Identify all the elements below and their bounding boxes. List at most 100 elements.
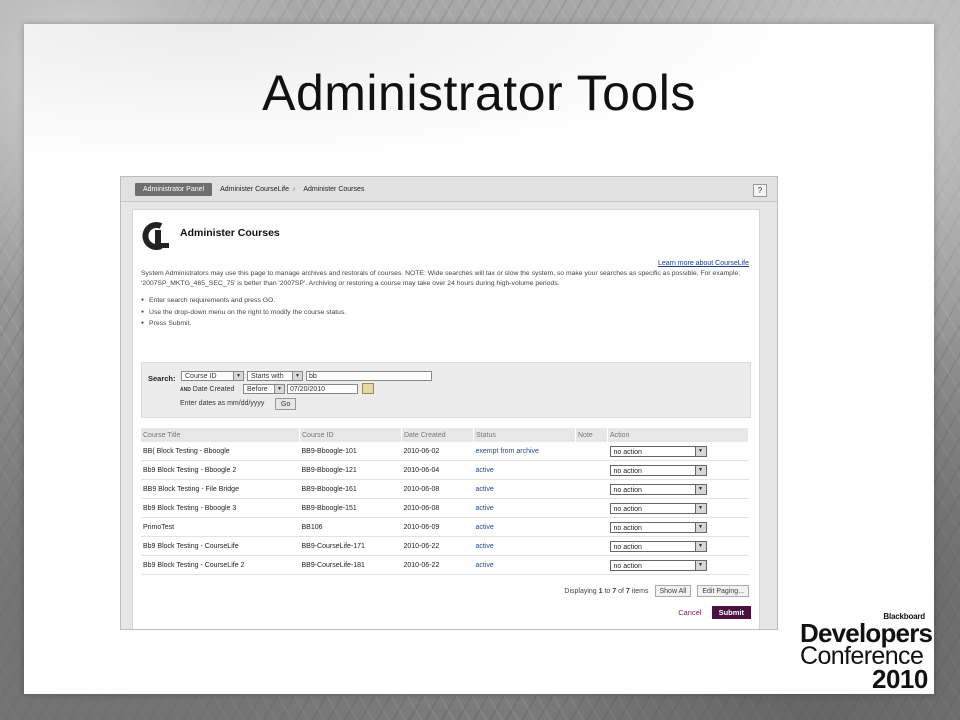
note-cell: [575, 536, 608, 556]
instruction-item: Press Submit.: [141, 318, 346, 330]
date-input[interactable]: 07/20/2010: [287, 384, 358, 394]
date-created-label: AND Date Created: [180, 386, 235, 393]
breadcrumb-administer-courselife[interactable]: Administer CourseLife: [220, 186, 289, 193]
dropdown-arrow-icon: ▼: [292, 372, 302, 380]
instruction-item: Use the drop-down menu on the right to m…: [141, 307, 346, 319]
note-cell: [575, 460, 608, 480]
help-button[interactable]: ?: [753, 184, 767, 197]
show-all-button[interactable]: Show All: [654, 585, 692, 597]
cancel-button[interactable]: Cancel: [678, 608, 701, 617]
course-id-cell: BB106: [299, 517, 402, 537]
dropdown-arrow-icon: ▼: [694, 503, 706, 513]
date-created-cell: 2010-06-08: [401, 479, 474, 499]
go-button[interactable]: Go: [275, 398, 297, 410]
action-cell: no action ▼: [607, 517, 749, 537]
page-description: System Administrators may use this page …: [141, 270, 741, 287]
course-id-cell: BB9-Bboogle-151: [299, 498, 402, 518]
action-select[interactable]: no action ▼: [609, 445, 707, 457]
dropdown-arrow-icon: ▼: [694, 446, 706, 456]
dropdown-arrow-icon: ▼: [694, 484, 706, 494]
submit-button[interactable]: Submit: [711, 606, 751, 619]
course-title-cell: Bb9 Block Testing - Bboogle 2: [141, 460, 300, 480]
course-id-cell: BB9-Bboogle-101: [299, 442, 402, 461]
column-header[interactable]: Course Title: [141, 428, 300, 442]
action-select[interactable]: no action ▼: [609, 521, 707, 533]
instruction-item: Enter search requirements and press GO.: [141, 295, 346, 307]
date-created-cell: 2010-06-04: [401, 460, 474, 480]
search-field-select[interactable]: Course ID ▼: [181, 371, 244, 381]
breadcrumb-separator-icon: ›: [292, 185, 296, 193]
paging-status: Displaying 1 to 7 of 7 items: [564, 587, 649, 595]
table-header-row: Course Title Course ID Date Created Stat…: [141, 428, 749, 442]
search-label: Search:: [148, 374, 176, 383]
date-created-cell: 2010-06-09: [401, 517, 474, 537]
course-title-cell: Bb9 Block Testing - CourseLife: [141, 536, 300, 556]
course-title-cell: Bb9 Block Testing - CourseLife 2: [141, 555, 300, 575]
table-row: BB9 Block Testing - File Bridge BB9-Bboog…: [141, 479, 749, 499]
note-cell: [575, 498, 608, 518]
form-actions: Cancel Submit: [678, 606, 751, 619]
search-operator-select[interactable]: Starts with ▼: [247, 371, 303, 381]
course-id-cell: BB9-Bboogle-161: [299, 479, 402, 499]
status-cell: active: [473, 555, 576, 575]
date-operator-select[interactable]: Before ▼: [243, 384, 285, 394]
screenshot-panel: Administrator Panel Administer CourseLif…: [120, 176, 778, 630]
slide-title: Administrator Tools: [262, 65, 696, 121]
action-select[interactable]: no action ▼: [609, 483, 707, 495]
course-title-cell: BB( Block Testing - Bboogle: [141, 442, 300, 461]
date-created-cell: 2010-06-08: [401, 498, 474, 518]
action-cell: no action ▼: [607, 442, 749, 461]
course-title-cell: BB9 Block Testing - File Bridge: [141, 479, 300, 499]
column-header: Note: [575, 428, 608, 442]
table-row: PrimoTest BB106 2010-06-09 active no action ▼: [141, 517, 749, 537]
action-cell: no action ▼: [607, 555, 749, 575]
learn-more-link[interactable]: Learn more about CourseLife: [658, 260, 749, 267]
date-format-hint: Enter dates as mm/dd/yyyy: [180, 400, 265, 407]
courses-table: Course Title Course ID Date Created Stat…: [141, 428, 749, 575]
action-select[interactable]: no action ▼: [609, 559, 707, 571]
status-cell: active: [473, 498, 576, 518]
paging-bar: Displaying 1 to 7 of 7 items Show All Ed…: [564, 585, 749, 597]
column-header: Action: [607, 428, 749, 442]
dropdown-arrow-icon: ▼: [694, 560, 706, 570]
instructions-list: Enter search requirements and press GO. …: [141, 295, 346, 330]
date-created-cell: 2010-06-22: [401, 555, 474, 575]
date-created-cell: 2010-06-02: [401, 442, 474, 461]
action-select[interactable]: no action ▼: [609, 464, 707, 476]
date-created-cell: 2010-06-22: [401, 536, 474, 556]
table-row: Bb9 Block Testing - Bboogle 3 BB9-Bboogle…: [141, 498, 749, 518]
course-title-cell: PrimoTest: [141, 517, 300, 537]
course-title-cell: Bb9 Block Testing - Bboogle 3: [141, 498, 300, 518]
note-cell: [575, 479, 608, 499]
search-input[interactable]: bb: [306, 371, 432, 381]
dropdown-arrow-icon: ▼: [694, 541, 706, 551]
action-select[interactable]: no action ▼: [609, 540, 707, 552]
calendar-icon[interactable]: [362, 383, 374, 394]
column-header[interactable]: Course ID: [299, 428, 402, 442]
note-cell: [575, 442, 608, 461]
course-id-cell: BB9-Bboogle-121: [299, 460, 402, 480]
note-cell: [575, 517, 608, 537]
action-cell: no action ▼: [607, 498, 749, 518]
status-cell: exempt from archive: [473, 442, 576, 461]
dropdown-arrow-icon: ▼: [694, 522, 706, 532]
dropdown-arrow-icon: ▼: [694, 465, 706, 475]
status-cell: active: [473, 479, 576, 499]
main-content: Administer Courses Learn more about Cour…: [132, 209, 760, 629]
table-row: BB( Block Testing - Bboogle BB9-Bboogle-1…: [141, 442, 749, 461]
breadcrumb-admin-panel[interactable]: Administrator Panel: [135, 182, 213, 196]
search-panel: Search: Course ID ▼ Starts with ▼ bb AND D…: [141, 362, 751, 418]
page-title: Administer Courses: [180, 227, 280, 239]
course-id-cell: BB9-CourseLife-181: [299, 555, 402, 575]
courselife-logo-icon: [142, 222, 169, 250]
status-cell: active: [473, 536, 576, 556]
column-header[interactable]: Status: [473, 428, 576, 442]
table-row: Bb9 Block Testing - CourseLife BB9-Course…: [141, 536, 749, 556]
action-select[interactable]: no action ▼: [609, 502, 707, 514]
edit-paging-button[interactable]: Edit Paging...: [697, 585, 749, 597]
status-cell: active: [473, 517, 576, 537]
column-header[interactable]: Date Created: [401, 428, 474, 442]
table-row: Bb9 Block Testing - CourseLife 2 BB9-Cour…: [141, 555, 749, 575]
dropdown-arrow-icon: ▼: [274, 385, 284, 393]
table-row: Bb9 Block Testing - Bboogle 2 BB9-Bboogle…: [141, 460, 749, 480]
